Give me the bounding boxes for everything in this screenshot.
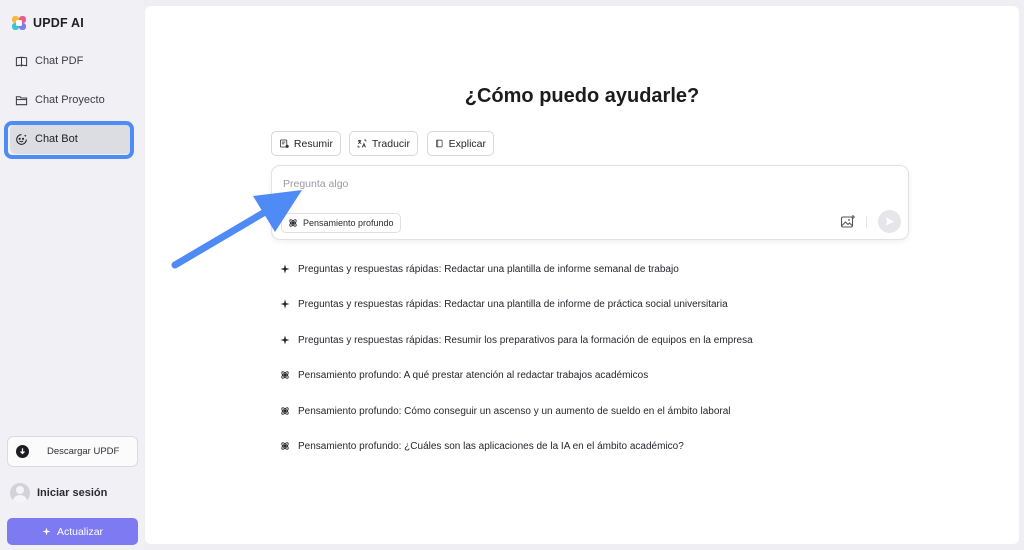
divider: [866, 216, 867, 228]
chip-label: Explicar: [448, 137, 486, 150]
image-upload-icon[interactable]: [840, 214, 856, 230]
suggestion-item[interactable]: Preguntas y respuestas rápidas: Redactar…: [280, 295, 840, 313]
deep-thinking-label: Pensamiento profundo: [303, 218, 394, 228]
login-label: Iniciar sesión: [37, 487, 108, 499]
sparkle-icon: [280, 299, 290, 309]
folder-icon: [15, 95, 28, 105]
suggestion-text: Pensamiento profundo: Cómo conseguir un …: [298, 405, 731, 417]
translate-button[interactable]: Traducir: [349, 131, 418, 156]
suggestion-item[interactable]: Pensamiento profundo: A qué prestar aten…: [280, 366, 840, 384]
translate-icon: [357, 139, 367, 148]
suggestion-text: Pensamiento profundo: A qué prestar aten…: [298, 369, 649, 381]
atom-icon: [281, 371, 289, 379]
sidebar: UPDF AI Chat PDF Chat Proyecto Chat Bot …: [0, 0, 144, 550]
main-panel: ¿Cómo puedo ayudarle? Resumir Traducir E…: [145, 6, 1019, 544]
upgrade-label: Actualizar: [56, 525, 104, 538]
bot-icon: [16, 133, 27, 145]
book-open-icon: [436, 139, 443, 148]
suggestion-item[interactable]: Preguntas y respuestas rápidas: Redactar…: [280, 260, 840, 278]
sparkle-icon: [280, 335, 290, 345]
atom-icon: [289, 219, 297, 227]
page-title: ¿Cómo puedo ayudarle?: [464, 85, 700, 107]
suggestion-item[interactable]: Pensamiento profundo: ¿Cuáles son las ap…: [280, 437, 840, 455]
sparkle-icon: [42, 527, 51, 536]
download-label: Descargar UPDF: [47, 446, 120, 457]
sidebar-item-label: Chat Bot: [35, 133, 78, 145]
download-icon: [16, 445, 29, 458]
book-icon: [15, 56, 28, 67]
download-updf-button[interactable]: Descargar UPDF: [7, 436, 138, 467]
suggestion-text: Preguntas y respuestas rápidas: Resumir …: [298, 334, 753, 346]
sidebar-item-chat-proyecto[interactable]: Chat Proyecto: [10, 85, 132, 115]
send-icon: [885, 217, 895, 226]
suggestion-text: Pensamiento profundo: ¿Cuáles son las ap…: [298, 440, 684, 452]
upgrade-button[interactable]: Actualizar: [7, 518, 138, 545]
login-button[interactable]: Iniciar sesión: [10, 482, 107, 504]
sidebar-item-label: Chat PDF: [35, 55, 84, 67]
sparkle-icon: [280, 264, 290, 274]
sidebar-item-chat-pdf[interactable]: Chat PDF: [10, 46, 132, 76]
atom-icon: [281, 407, 289, 415]
sidebar-item-label: Chat Proyecto: [35, 94, 105, 106]
updf-logo-icon: [12, 16, 26, 30]
chat-input-box: Pensamiento profundo: [271, 165, 909, 240]
suggestion-text: Preguntas y respuestas rápidas: Redactar…: [298, 263, 679, 275]
summary-icon: [280, 139, 289, 148]
suggestion-item[interactable]: Preguntas y respuestas rápidas: Resumir …: [280, 331, 840, 349]
chat-input[interactable]: [283, 176, 843, 192]
send-button[interactable]: [878, 210, 901, 233]
suggestion-text: Preguntas y respuestas rápidas: Redactar…: [298, 298, 728, 310]
suggestion-item[interactable]: Pensamiento profundo: Cómo conseguir un …: [280, 402, 840, 420]
chip-label: Resumir: [293, 137, 333, 150]
explain-button[interactable]: Explicar: [427, 131, 494, 156]
deep-thinking-toggle[interactable]: Pensamiento profundo: [281, 213, 401, 233]
brand-name: UPDF AI: [33, 16, 84, 30]
avatar: [10, 483, 30, 503]
sidebar-item-chat-bot[interactable]: Chat Bot: [10, 124, 132, 154]
chip-label: Traducir: [371, 137, 410, 150]
brand[interactable]: UPDF AI: [11, 13, 84, 33]
summarize-button[interactable]: Resumir: [271, 131, 341, 156]
atom-icon: [281, 442, 289, 450]
